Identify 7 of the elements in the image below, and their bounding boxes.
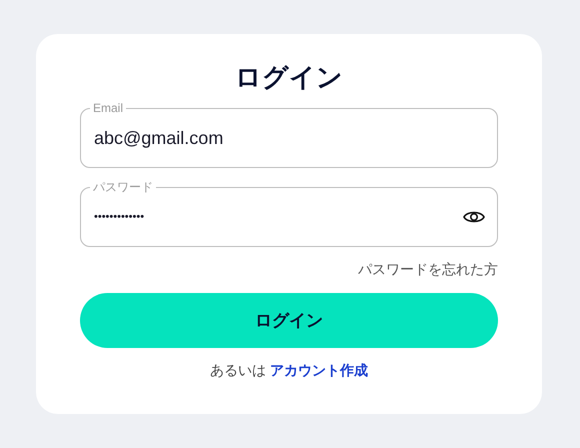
field-label: Email [90,102,126,114]
field-label: パスワード [90,181,156,193]
page-title: ログイン [235,61,343,93]
forgot-password-link[interactable]: パスワードを忘れた方 [358,259,498,280]
create-account-link[interactable]: アカウント作成 [270,360,368,381]
login-button[interactable]: ログイン [80,293,498,348]
signup-prompt: あるいは [210,361,266,380]
